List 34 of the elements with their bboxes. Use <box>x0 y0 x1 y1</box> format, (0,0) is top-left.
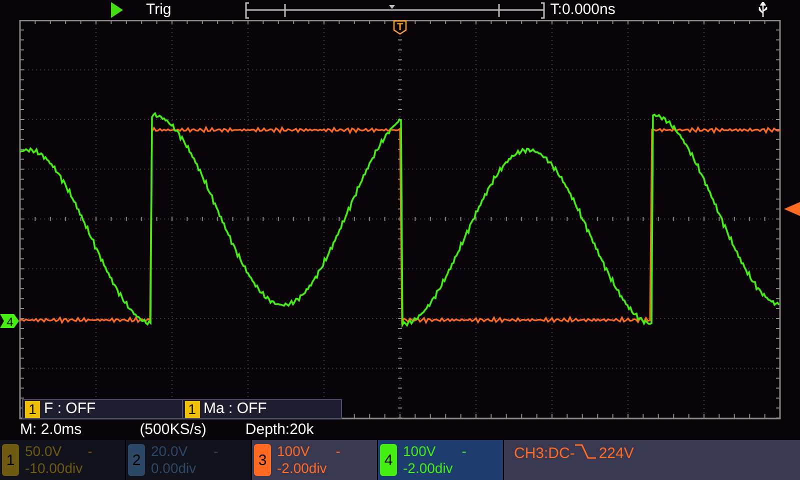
vertical-offset: -10.00div <box>25 460 84 477</box>
trigger-level: 224V <box>598 444 634 464</box>
usb-icon <box>758 2 768 18</box>
trigger-source: CH3:DC- <box>514 444 575 464</box>
vertical-offset: -2.00div <box>403 460 454 477</box>
measurement-text: F : OFF <box>44 398 96 419</box>
channel-marker: 4 <box>0 314 19 329</box>
channel-badge: 1 <box>184 400 200 418</box>
trigger-level-marker <box>784 202 800 216</box>
trigger-label: Trig <box>146 0 172 20</box>
coupling-symbol: - <box>214 443 218 460</box>
channel-number-badge: 4 <box>380 444 397 476</box>
volts-per-div: 100V <box>277 443 310 460</box>
volts-per-div: 100V <box>403 443 436 460</box>
trigger-position-marker: T <box>393 20 407 35</box>
channel-badge: 1 <box>25 400 40 418</box>
coupling-symbol: - <box>88 443 92 460</box>
falling-edge-icon <box>574 443 597 461</box>
vertical-offset: 0.00div <box>151 460 198 477</box>
vertical-offset: -2.00div <box>277 460 328 477</box>
measurement-text: Ma : OFF <box>204 398 267 419</box>
channel-panel[interactable]: 4 100V - -2.00div <box>378 440 504 480</box>
volts-per-div: 50.0V <box>25 443 62 460</box>
coupling-symbol: - <box>462 443 466 460</box>
time-offset: T:0.000ns <box>550 0 616 20</box>
volts-per-div: 20.0V <box>151 443 188 460</box>
timebase: M: 2.0ms <box>20 420 82 440</box>
channel-number-badge: 2 <box>128 444 145 476</box>
channel-number-badge: 1 <box>2 444 19 476</box>
sample-rate: (500KS/s) <box>140 420 206 440</box>
coupling-symbol: - <box>336 443 340 460</box>
channel-panel[interactable]: 3 100V - -2.00div <box>252 440 378 480</box>
channel-number-badge: 3 <box>254 444 271 476</box>
memory-depth: Depth:20k <box>245 420 314 440</box>
